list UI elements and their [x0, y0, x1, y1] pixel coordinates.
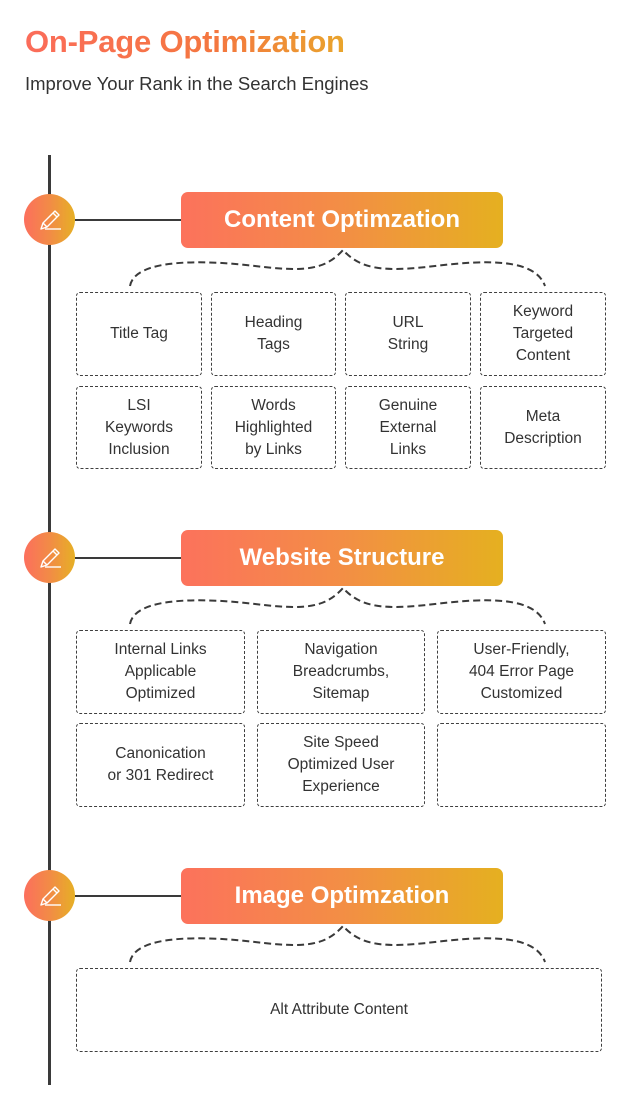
timeline-line: [48, 155, 51, 1085]
page-title: On-Page Optimization: [25, 22, 345, 62]
brace-connector: [129, 924, 546, 963]
pencil-icon: [24, 870, 75, 921]
section-header: Website Structure: [181, 530, 503, 586]
pencil-icon: [24, 194, 75, 245]
pencil-icon: [24, 532, 75, 583]
item-box: Heading Tags: [211, 292, 336, 376]
connector-line: [75, 895, 181, 897]
item-box: Title Tag: [76, 292, 202, 376]
section-header: Content Optimzation: [181, 192, 503, 248]
connector-line: [75, 557, 181, 559]
item-box: Alt Attribute Content: [76, 968, 602, 1052]
brace-connector: [129, 586, 546, 625]
connector-line: [75, 219, 181, 221]
item-box: Genuine External Links: [345, 386, 471, 469]
item-box: Keyword Targeted Content: [480, 292, 606, 376]
item-box: URL String: [345, 292, 471, 376]
item-box: User-Friendly, 404 Error Page Customized: [437, 630, 606, 714]
item-box: Canonication or 301 Redirect: [76, 723, 245, 807]
item-box: Navigation Breadcrumbs, Sitemap: [257, 630, 425, 714]
item-box: Site Speed Optimized User Experience: [257, 723, 425, 807]
section-header: Image Optimzation: [181, 868, 503, 924]
brace-connector: [129, 248, 546, 287]
item-box: Words Highlighted by Links: [211, 386, 336, 469]
page-subtitle: Improve Your Rank in the Search Engines: [25, 73, 369, 94]
item-box-empty: [437, 723, 606, 807]
item-box: LSI Keywords Inclusion: [76, 386, 202, 469]
item-box: Meta Description: [480, 386, 606, 469]
item-box: Internal Links Applicable Optimized: [76, 630, 245, 714]
